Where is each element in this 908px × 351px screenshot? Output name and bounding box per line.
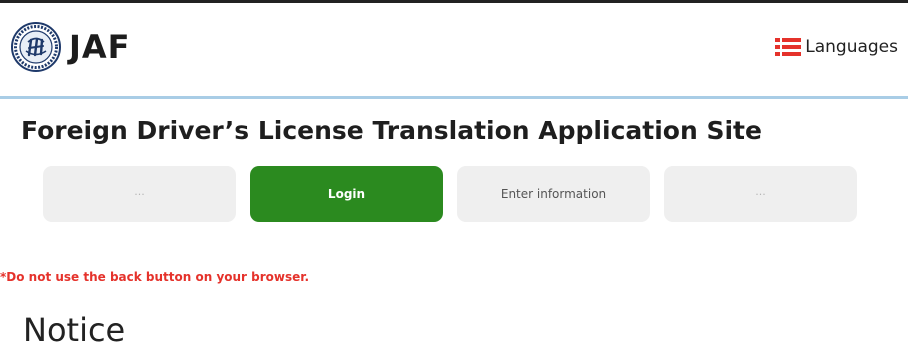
notice-heading: Notice xyxy=(23,311,126,349)
site-header: JAF Languages xyxy=(0,3,908,96)
list-icon xyxy=(775,38,802,56)
site-logo[interactable]: JAF xyxy=(11,22,131,72)
step-enter-information: Enter information xyxy=(457,166,650,222)
step-previous: ··· xyxy=(43,166,236,222)
languages-menu[interactable]: Languages xyxy=(775,37,898,57)
jaf-emblem-icon xyxy=(11,22,61,72)
back-button-warning: *Do not use the back button on your brow… xyxy=(0,270,310,284)
languages-label: Languages xyxy=(805,37,898,57)
page-title: Foreign Driver’s License Translation App… xyxy=(21,116,762,145)
step-login: Login xyxy=(250,166,443,222)
step-next: ··· xyxy=(664,166,857,222)
brand-name: JAF xyxy=(69,28,131,66)
header-divider xyxy=(0,96,908,99)
progress-steps: ··· Login Enter information ··· xyxy=(43,166,857,222)
